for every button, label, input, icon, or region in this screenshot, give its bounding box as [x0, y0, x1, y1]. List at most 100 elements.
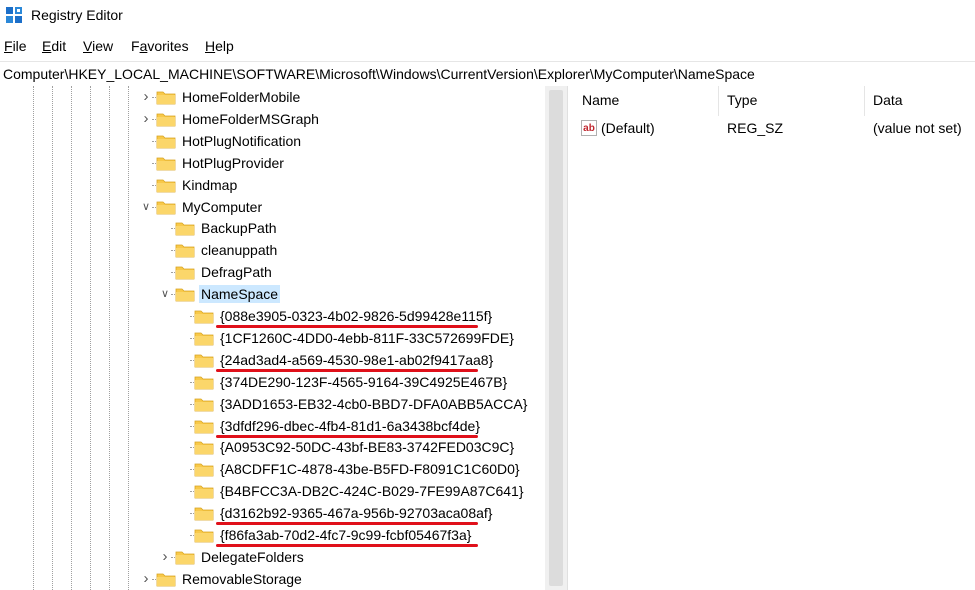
chevron-right-icon[interactable]: › [159, 549, 171, 564]
tree-node-label[interactable]: {B4BFCC3A-DB2C-424C-B029-7FE99A87C641} [218, 482, 526, 500]
tree-node-label[interactable]: {A8CDFF1C-4878-43be-B5FD-F8091C1C60D0} [218, 460, 522, 478]
tree-node[interactable]: {3dfdf296-dbec-4fb4-81d1-6a3438bcf4de} [0, 415, 545, 437]
tree-scrollbar[interactable] [545, 86, 567, 590]
folder-icon [194, 376, 214, 390]
tree-node-label[interactable]: {1CF1260C-4DD0-4ebb-811F-33C572699FDE} [218, 329, 516, 347]
tree-node[interactable]: ∨ MyComputer [0, 196, 545, 218]
folder-icon [194, 420, 214, 433]
tree-node[interactable]: Kindmap [0, 174, 545, 196]
window-title: Registry Editor [31, 7, 123, 23]
folder-icon [194, 529, 214, 543]
folder-icon [175, 288, 195, 302]
folder-icon [156, 157, 176, 171]
column-header-data[interactable]: Data [873, 92, 903, 108]
tree-node-label[interactable]: {A0953C92-50DC-43bf-BE83-3742FED03C9C} [218, 438, 516, 456]
tree-node-label[interactable]: {3dfdf296-dbec-4fb4-81d1-6a3438bcf4de} [218, 417, 482, 435]
tree-node-label[interactable]: {374DE290-123F-4565-9164-39C4925E467B} [218, 373, 509, 391]
chevron-down-icon[interactable]: ∨ [159, 288, 171, 300]
string-value-icon: ab [581, 120, 597, 136]
tree-node-label[interactable]: {088e3905-0323-4b02-9826-5d99428e115f} [218, 307, 494, 325]
column-header-name[interactable]: Name [582, 92, 619, 108]
value-type: REG_SZ [727, 120, 784, 136]
tree-node[interactable]: BackupPath [0, 217, 545, 239]
tree-node[interactable]: {A0953C92-50DC-43bf-BE83-3742FED03C9C} [0, 436, 545, 458]
value-data: (value not set) [873, 120, 962, 136]
tree-node-label[interactable]: HomeFolderMobile [180, 88, 302, 106]
registry-editor-icon [6, 7, 22, 23]
chevron-right-icon[interactable]: › [140, 571, 152, 586]
tree-node[interactable]: {1CF1260C-4DD0-4ebb-811F-33C572699FDE} [0, 327, 545, 349]
tree-node[interactable]: HotPlugProvider [0, 152, 545, 174]
menu-view[interactable]: View [83, 38, 113, 54]
tree-node-label[interactable]: {3ADD1653-EB32-4cb0-BBD7-DFA0ABB5ACCA} [218, 395, 529, 413]
tree-node-label[interactable]: HomeFolderMSGraph [180, 110, 321, 128]
tree-node[interactable]: › RemovableStorage [0, 568, 545, 590]
value-name: (Default) [601, 120, 655, 136]
tree-node[interactable]: {d3162b92-9365-467a-956b-92703aca08af} [0, 502, 545, 524]
title-bar: Registry Editor [0, 0, 975, 32]
chevron-right-icon[interactable]: › [140, 111, 152, 126]
tree-node[interactable]: › HomeFolderMSGraph [0, 108, 545, 130]
tree-node[interactable]: DefragPath [0, 261, 545, 283]
tree-node-label-selected[interactable]: NameSpace [199, 285, 281, 304]
tree-node[interactable]: ∨ NameSpace [0, 283, 545, 305]
folder-icon [156, 91, 176, 105]
menu-file[interactable]: File [4, 38, 27, 54]
tree-node[interactable]: cleanuppath [0, 239, 545, 261]
tree-node[interactable]: {A8CDFF1C-4878-43be-B5FD-F8091C1C60D0} [0, 458, 545, 480]
folder-icon [194, 507, 214, 521]
column-separator[interactable] [864, 86, 865, 116]
menu-bar: File Edit View Favorites Help [0, 35, 975, 57]
folder-icon [156, 573, 176, 587]
folder-icon [156, 113, 176, 127]
tree-node-label[interactable]: {24ad3ad4-a569-4530-98e1-ab02f9417aa8} [218, 351, 495, 369]
folder-icon [175, 222, 195, 236]
tree-node-label[interactable]: Kindmap [180, 176, 239, 194]
chevron-right-icon[interactable]: › [140, 89, 152, 104]
column-header-type[interactable]: Type [727, 92, 757, 108]
tree-node[interactable]: {088e3905-0323-4b02-9826-5d99428e115f} [0, 305, 545, 327]
folder-icon [194, 441, 214, 455]
tree-node[interactable]: HotPlugNotification [0, 130, 545, 152]
menu-help[interactable]: Help [205, 38, 234, 54]
folder-icon [175, 244, 195, 258]
menu-favorites[interactable]: Favorites [131, 38, 189, 54]
tree-node[interactable]: › HomeFolderMobile [0, 86, 545, 108]
tree-node-label[interactable]: DefragPath [199, 263, 274, 281]
folder-icon [156, 135, 176, 149]
tree-node[interactable]: {B4BFCC3A-DB2C-424C-B029-7FE99A87C641} [0, 480, 545, 502]
tree-node-label[interactable]: BackupPath [199, 219, 279, 237]
tree-node[interactable]: {374DE290-123F-4565-9164-39C4925E467B} [0, 371, 545, 393]
folder-icon [194, 485, 214, 499]
tree-node-label[interactable]: cleanuppath [199, 241, 279, 259]
tree-scrollbar-thumb[interactable] [549, 90, 563, 586]
tree-node-label[interactable]: MyComputer [180, 198, 264, 216]
folder-icon [194, 332, 214, 346]
tree-node[interactable]: {f86fa3ab-70d2-4fc7-9c99-fcbf05467f3a} [0, 524, 545, 546]
tree-node-label[interactable]: {d3162b92-9365-467a-956b-92703aca08af} [218, 504, 494, 522]
tree-node[interactable]: › DelegateFolders [0, 546, 545, 568]
folder-icon [156, 179, 176, 192]
tree-node-label[interactable]: HotPlugNotification [180, 132, 303, 150]
folder-icon [194, 463, 214, 477]
address-bar[interactable]: Computer\HKEY_LOCAL_MACHINE\SOFTWARE\Mic… [0, 61, 975, 87]
tree-node-label[interactable]: {f86fa3ab-70d2-4fc7-9c99-fcbf05467f3a} [218, 526, 473, 544]
folder-icon [156, 201, 176, 214]
tree-node-label[interactable]: DelegateFolders [199, 548, 306, 566]
tree-node[interactable]: {3ADD1653-EB32-4cb0-BBD7-DFA0ABB5ACCA} [0, 393, 545, 415]
folder-icon [175, 551, 195, 565]
tree-node-label[interactable]: HotPlugProvider [180, 154, 286, 172]
folder-icon [194, 354, 214, 368]
value-row[interactable]: ab (Default) REG_SZ (value not set) [571, 118, 975, 140]
chevron-down-icon[interactable]: ∨ [140, 201, 152, 213]
folder-icon [194, 398, 214, 411]
value-list[interactable]: Name Type Data ab (Default) REG_SZ (valu… [571, 86, 975, 590]
column-separator[interactable] [718, 86, 719, 116]
menu-edit[interactable]: Edit [42, 38, 66, 54]
key-tree[interactable]: › HomeFolderMobile › HomeFolderMSGraph HotPl… [0, 86, 545, 590]
folder-icon [194, 310, 214, 324]
tree-node-label[interactable]: RemovableStorage [180, 570, 304, 588]
address-path[interactable]: Computer\HKEY_LOCAL_MACHINE\SOFTWARE\Mic… [3, 66, 755, 82]
tree-node[interactable]: {24ad3ad4-a569-4530-98e1-ab02f9417aa8} [0, 349, 545, 371]
folder-icon [175, 266, 195, 280]
